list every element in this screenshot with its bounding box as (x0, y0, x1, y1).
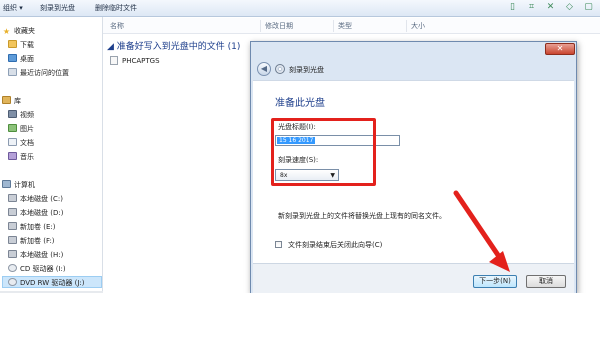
layout-icon[interactable]: ▯ (507, 2, 518, 13)
hard-drive-icon (8, 236, 17, 244)
share-icon[interactable]: ⌗ (526, 2, 537, 13)
nav-label: 文档 (20, 139, 34, 147)
nav-desktop[interactable]: 桌面 (8, 53, 34, 65)
nav-label: 新加卷 (F:) (20, 237, 55, 245)
file-name: PHCAPTGS (122, 57, 160, 65)
nav-label: 本地磁盘 (D:) (20, 209, 64, 217)
group-title-text: 准备好写入到光盘中的文件 (1) (116, 42, 241, 52)
highlight-box (271, 118, 376, 186)
nav-pictures[interactable]: 图片 (8, 123, 34, 135)
nav-videos[interactable]: 视频 (8, 109, 34, 121)
column-name[interactable]: 名称 (110, 21, 124, 31)
hard-drive-icon (8, 208, 17, 216)
collapse-arrow-icon: ◢ (107, 42, 117, 52)
blank-area (0, 293, 600, 346)
downloads-folder-icon (8, 40, 17, 48)
nav-label: DVD RW 驱动器 (J:) (20, 279, 85, 287)
hard-drive-icon (8, 194, 17, 202)
nav-label: 最近访问的位置 (20, 69, 69, 77)
column-separator (406, 20, 407, 32)
nav-label: 桌面 (20, 55, 34, 63)
organize-menu[interactable]: 组织 ▾ (3, 3, 23, 13)
computer-icon (2, 180, 11, 188)
close-button[interactable]: ✕ (545, 43, 575, 55)
nav-computer[interactable]: 计算机 (2, 179, 35, 191)
nav-label: 下载 (20, 41, 34, 49)
dialog-footer: 下一步(N) 取消 (253, 263, 574, 293)
pictures-icon (8, 124, 17, 132)
column-type[interactable]: 类型 (338, 21, 352, 31)
delete-temp-files-button[interactable]: 删除临时文件 (95, 3, 137, 13)
nav-drive-d[interactable]: 本地磁盘 (D:) (8, 207, 63, 219)
close-wizard-checkbox[interactable] (275, 241, 282, 248)
nav-drive-j[interactable]: DVD RW 驱动器 (J:) (2, 276, 102, 288)
nav-recent-places[interactable]: 最近访问的位置 (8, 67, 69, 79)
cd-drive-icon (8, 264, 17, 272)
library-icon (2, 96, 11, 104)
disc-icon (275, 64, 285, 74)
dvd-drive-icon (8, 278, 17, 286)
column-separator (333, 20, 334, 32)
nav-label: 收藏夹 (14, 27, 35, 35)
recent-places-icon (8, 68, 17, 76)
command-bar: 组织 ▾ 刻录到光盘 删除临时文件 ▯ ⌗ ✕ ◇ ▢ (0, 0, 600, 17)
file-group-header[interactable]: ◢ 准备好写入到光盘中的文件 (1) (107, 39, 240, 52)
dialog-title: 刻录到光盘 (289, 66, 324, 74)
nav-music[interactable]: 音乐 (8, 151, 34, 163)
next-button[interactable]: 下一步(N) (473, 275, 517, 288)
nav-favorites[interactable]: ★ 收藏夹 (2, 25, 35, 37)
nav-drive-c[interactable]: 本地磁盘 (C:) (8, 193, 63, 205)
burn-to-disc-button[interactable]: 刻录到光盘 (40, 3, 75, 13)
nav-libraries[interactable]: 库 (2, 95, 21, 107)
documents-icon (8, 138, 17, 146)
desktop-icon (8, 54, 17, 62)
list-item[interactable]: PHCAPTGS (110, 56, 160, 65)
close-wizard-label: 文件刻录结束后关闭此向导(C) (288, 241, 383, 249)
nav-label: 计算机 (14, 181, 35, 189)
copy-icon[interactable]: ▢ (583, 2, 594, 13)
bookmark-icon[interactable]: ◇ (564, 2, 575, 13)
hard-drive-icon (8, 222, 17, 230)
music-icon (8, 152, 17, 160)
column-separator (260, 20, 261, 32)
expand-icon[interactable]: ✕ (545, 2, 556, 13)
nav-drive-i[interactable]: CD 驱动器 (I:) (8, 263, 66, 275)
nav-drive-e[interactable]: 新加卷 (E:) (8, 221, 55, 233)
back-arrow-icon[interactable]: ◀ (257, 62, 271, 76)
navigation-pane: ★ 收藏夹 下载 桌面 最近访问的位置 库 视频 图片 文档 音乐 计算机 本地磁… (0, 17, 103, 293)
nav-label: 库 (14, 97, 21, 105)
nav-documents[interactable]: 文档 (8, 137, 34, 149)
file-icon (110, 56, 118, 65)
nav-label: 音乐 (20, 153, 34, 161)
star-icon: ★ (2, 27, 11, 36)
info-text: 新刻录到光盘上的文件将替换光盘上现有的同名文件。 (278, 212, 446, 220)
nav-label: 本地磁盘 (C:) (20, 195, 63, 203)
hard-drive-icon (8, 250, 17, 258)
nav-label: 新加卷 (E:) (20, 223, 56, 231)
nav-label: 视频 (20, 111, 34, 119)
nav-label: 本地磁盘 (H:) (20, 251, 64, 259)
video-icon (8, 110, 17, 118)
dialog-heading: 准备此光盘 (275, 98, 325, 109)
cancel-button[interactable]: 取消 (526, 275, 566, 288)
column-date[interactable]: 修改日期 (265, 21, 293, 31)
nav-drive-f[interactable]: 新加卷 (F:) (8, 235, 55, 247)
close-icon: ✕ (556, 44, 564, 53)
nav-label: CD 驱动器 (I:) (20, 265, 66, 273)
nav-drive-h[interactable]: 本地磁盘 (H:) (8, 249, 63, 261)
column-size[interactable]: 大小 (411, 21, 425, 31)
dialog-header: ◀ 刻录到光盘 (253, 58, 574, 80)
nav-downloads[interactable]: 下载 (8, 39, 34, 51)
column-header-row: 名称 修改日期 类型 大小 (103, 18, 600, 34)
nav-label: 图片 (20, 125, 34, 133)
